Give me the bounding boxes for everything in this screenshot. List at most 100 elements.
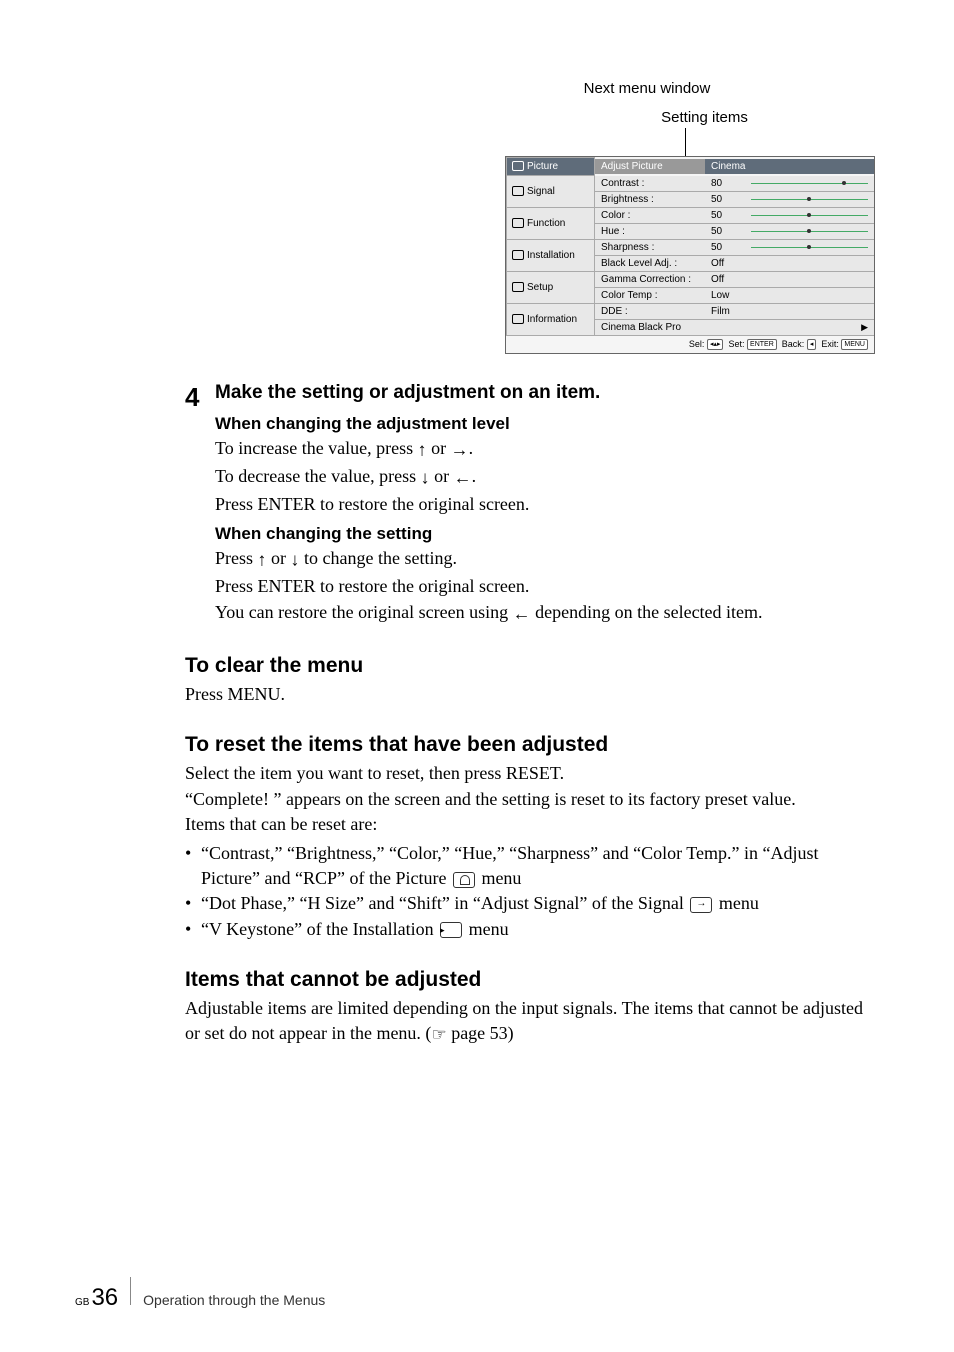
next-window-label: Next menu window [420, 80, 874, 97]
hint-back: Back: [782, 339, 805, 349]
region-code: GB [75, 1297, 89, 1308]
text-fragment: Adjustable items are limited depending o… [185, 998, 863, 1043]
up-arrow-icon: ↑ [418, 439, 427, 459]
signal-icon [512, 186, 524, 196]
slider [751, 183, 868, 184]
slider [751, 231, 868, 232]
text-fragment: “V Keystone” of the Installation [201, 919, 438, 939]
bullet-item: “Contrast,” “Brightness,” “Color,” “Hue,… [185, 841, 874, 891]
menu-header: Adjust Picture Cinema [595, 159, 874, 174]
back-key-icon: ◂ [807, 339, 817, 350]
sidebar-item-setup: Setup [507, 271, 595, 303]
body-text: You can restore the original screen usin… [215, 600, 874, 626]
sidebar-label: Installation [527, 250, 575, 261]
hint-sel: Sel: [689, 339, 705, 349]
body-text: To decrease the value, press ↓ or ←. [215, 464, 874, 490]
text-fragment: Press [215, 548, 258, 568]
menu-window: Picture Adjust Picture Cinema Signal Con… [505, 156, 875, 354]
page-number: 36 [91, 1284, 118, 1312]
setting-value: Off [711, 274, 751, 285]
body-text: Press MENU. [185, 682, 874, 707]
setting-label: Gamma Correction : [601, 274, 711, 285]
text-fragment: To increase the value, press [215, 438, 418, 458]
sidebar-item-installation: Installation [507, 239, 595, 271]
menu-key-icon: MENU [841, 339, 868, 350]
setting-row: Black Level Adj. :Off [595, 255, 875, 271]
setting-value: Film [711, 306, 751, 317]
sidebar-label: Picture [527, 161, 558, 172]
up-arrow-icon: ↑ [258, 550, 267, 570]
left-arrow-icon: ← [513, 604, 531, 624]
setting-row: DDE :Film [595, 303, 875, 319]
setting-row-last: Cinema Black Pro▶ [595, 319, 875, 335]
setting-value: 50 [711, 226, 751, 237]
down-arrow-icon: ↓ [421, 467, 430, 487]
text-fragment: to change the setting. [300, 548, 457, 568]
step-number: 4 [185, 382, 215, 629]
text-fragment: menu [714, 893, 759, 913]
bullet-item: “V Keystone” of the Installation menu [185, 917, 874, 942]
signal-menu-icon [690, 897, 712, 913]
setting-label: DDE : [601, 306, 711, 317]
setting-label: Color Temp : [601, 290, 711, 301]
setting-label: Hue : [601, 226, 711, 237]
text-fragment: depending on the selected item. [531, 602, 763, 622]
sidebar-item-information: Information [507, 303, 595, 335]
setting-value: Off [711, 258, 751, 269]
sidebar-item-picture: Picture [507, 158, 595, 176]
setting-value: 50 [711, 242, 751, 253]
setting-label: Sharpness : [601, 242, 711, 253]
text-fragment: To decrease the value, press [215, 466, 421, 486]
menu-header-left: Adjust Picture [595, 159, 705, 174]
setting-label: Black Level Adj. : [601, 258, 711, 269]
setting-value: Low [711, 290, 751, 301]
hint-exit: Exit: [821, 339, 839, 349]
text-fragment: or [430, 466, 454, 486]
setting-row: Sharpness :50 [595, 239, 875, 255]
footer-text: Operation through the Menus [143, 1292, 325, 1308]
setup-icon [512, 282, 524, 292]
arrows-key-icon: ◂▴▸ [707, 339, 724, 350]
right-arrow-icon: → [451, 439, 469, 459]
footer-divider [130, 1277, 131, 1305]
setting-label: Color : [601, 210, 711, 221]
setting-label: Contrast : [601, 178, 711, 189]
menu-header-right: Cinema [705, 159, 874, 174]
info-icon [512, 314, 524, 324]
hint-set: Set: [729, 339, 745, 349]
slider [751, 247, 868, 248]
text-fragment: page 53) [447, 1023, 514, 1043]
picture-menu-icon [453, 872, 475, 888]
subheading: When changing the setting [215, 524, 874, 544]
left-arrow-icon: ← [454, 467, 472, 487]
setting-label: Brightness : [601, 194, 711, 205]
body-text: Press ↑ or ↓ to change the setting. [215, 546, 874, 572]
text-fragment: or [427, 438, 451, 458]
slider [751, 199, 868, 200]
text-fragment: “Dot Phase,” “H Size” and “Shift” in “Ad… [201, 893, 688, 913]
section-heading: To clear the menu [185, 654, 874, 678]
text-fragment: or [267, 548, 291, 568]
submenu-arrow-icon: ▶ [861, 322, 868, 333]
setting-row: Brightness :50 [595, 191, 875, 207]
sidebar-label: Information [527, 314, 577, 325]
text-fragment: menu [477, 868, 522, 888]
installation-menu-icon [440, 922, 462, 938]
subheading: When changing the adjustment level [215, 414, 874, 434]
page-footer: GB 36 Operation through the Menus [75, 1277, 325, 1312]
down-arrow-icon: ↓ [291, 550, 300, 570]
text-fragment: menu [464, 919, 509, 939]
setting-value: 50 [711, 194, 751, 205]
body-text: Press ENTER to restore the original scre… [215, 574, 874, 598]
body-text: “Complete! ” appears on the screen and t… [185, 787, 874, 812]
enter-key-icon: ENTER [747, 339, 777, 350]
body-text: Adjustable items are limited depending o… [185, 996, 874, 1047]
text-fragment: . [469, 438, 474, 458]
section-heading: To reset the items that have been adjust… [185, 733, 874, 757]
pointer-line [685, 128, 686, 156]
body-text: Items that can be reset are: [185, 812, 874, 837]
text-fragment: You can restore the original screen usin… [215, 602, 513, 622]
step-title: Make the setting or adjustment on an ite… [215, 382, 874, 404]
picture-icon [512, 161, 524, 171]
body-text: To increase the value, press ↑ or →. [215, 436, 874, 462]
